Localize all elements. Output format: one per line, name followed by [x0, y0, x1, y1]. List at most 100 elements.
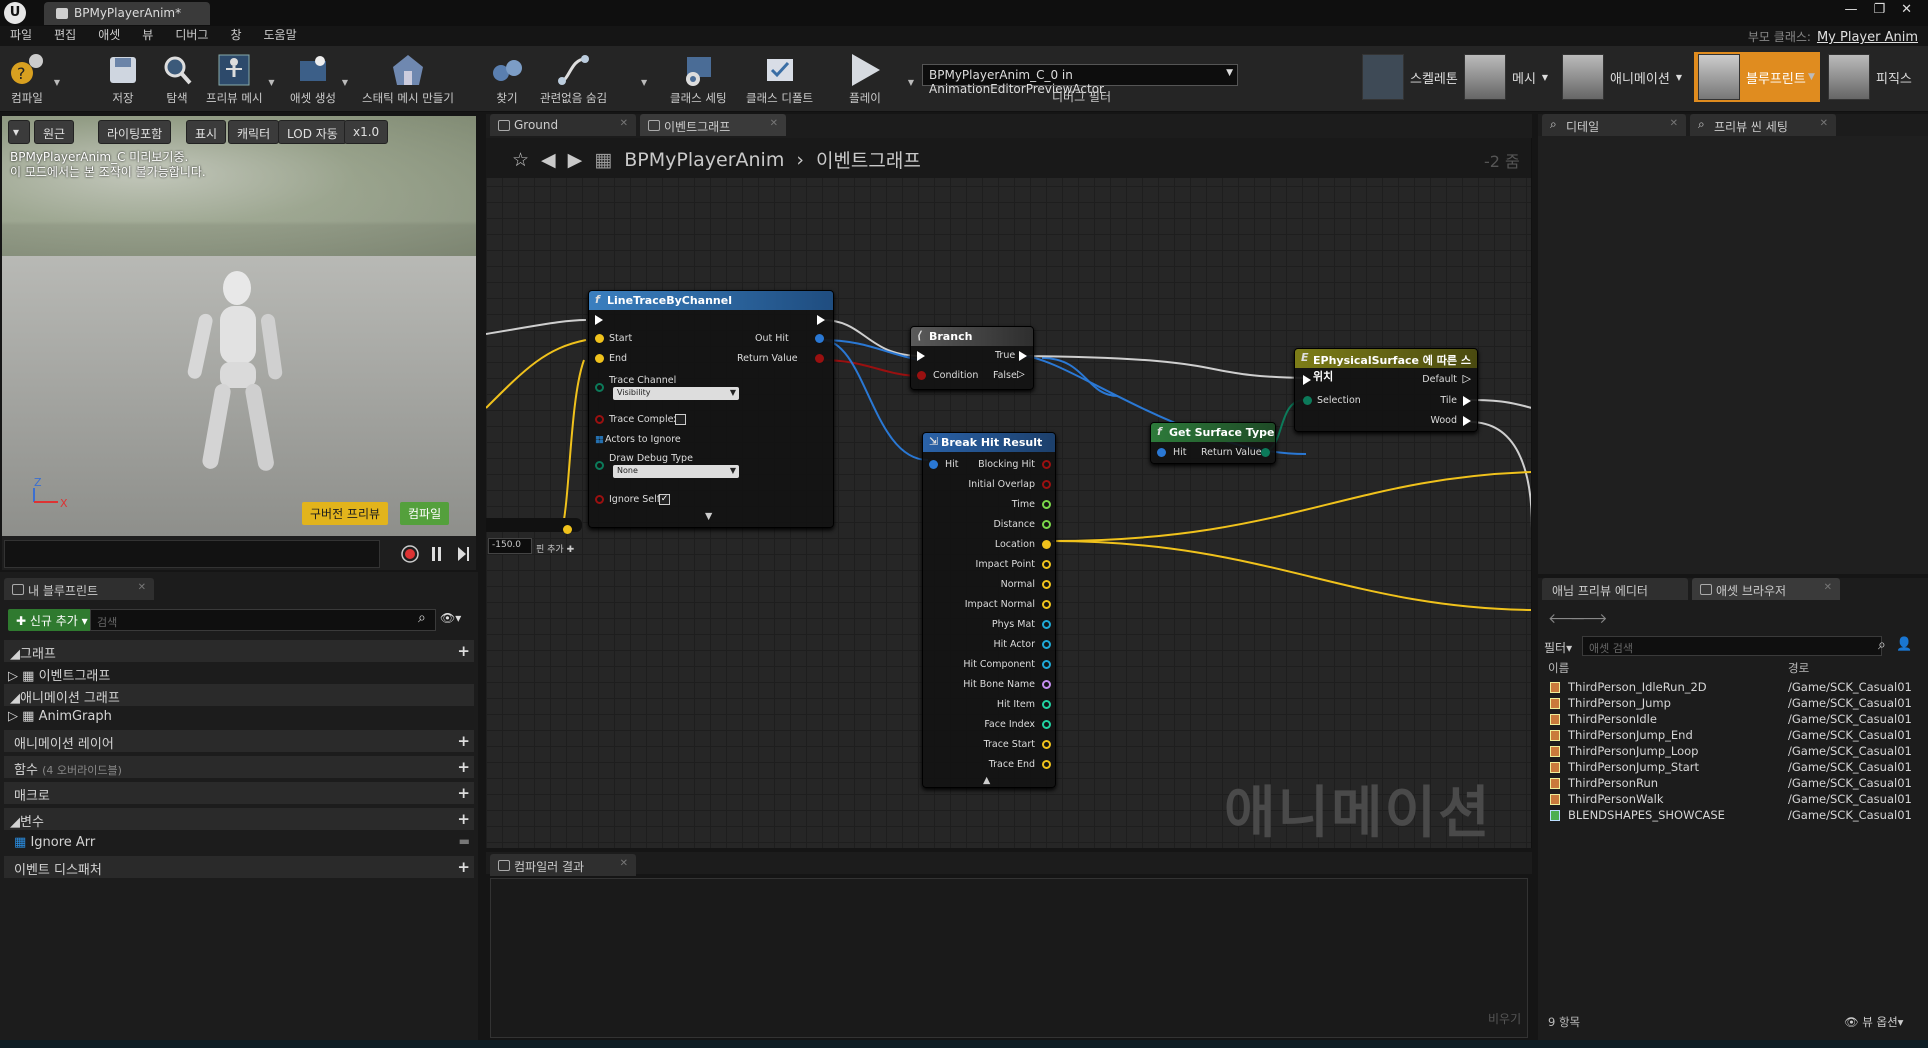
menu-file[interactable]: 파일: [10, 26, 32, 46]
trace-channel-select[interactable]: Visibility ▼: [613, 387, 739, 400]
playback-speed-button[interactable]: x1.0: [344, 120, 389, 144]
add-new-button[interactable]: ✚ 신규 추가 ▾: [8, 609, 96, 631]
col-path-header[interactable]: 경로: [1788, 660, 1809, 676]
category-event-dispatchers[interactable]: 이벤트 디스패처 +: [4, 856, 474, 878]
exec-out-pin[interactable]: [817, 315, 825, 325]
my-blueprint-tab[interactable]: 내 블루프린트 ✕: [4, 578, 154, 600]
output-pin[interactable]: [1042, 620, 1051, 629]
mode-blueprint[interactable]: 블루프린트: [1694, 52, 1820, 102]
tab-event-graph[interactable]: 이벤트그래프 ✕: [640, 114, 786, 136]
category-macros[interactable]: 매크로 +: [4, 782, 474, 804]
create-asset-button[interactable]: 애셋 생성 ▼: [290, 50, 348, 108]
ignore-self-pin[interactable]: [595, 495, 604, 504]
view-options-button[interactable]: 👁 뷰 옵션▾: [1844, 1014, 1903, 1030]
minimize-button[interactable]: —: [1844, 2, 1857, 17]
pause-icon[interactable]: [432, 547, 435, 561]
trace-complex-pin[interactable]: [595, 415, 604, 424]
asset-row[interactable]: ThirdPersonIdle/Game/SCK_Casual01: [1546, 712, 1916, 728]
expand-arrow-icon[interactable]: ▼: [705, 511, 712, 522]
line-trace-node[interactable]: f LineTraceByChannel Start End Trace Chan…: [588, 290, 834, 528]
exec-out-outline-icon[interactable]: ▷: [1463, 372, 1471, 385]
output-pin[interactable]: [1042, 580, 1051, 589]
character-button[interactable]: 캐릭터: [228, 120, 280, 144]
vector-pin[interactable]: [563, 525, 572, 534]
asset-row[interactable]: ThirdPersonWalk/Game/SCK_Casual01: [1546, 792, 1916, 808]
output-pin[interactable]: [1042, 720, 1051, 729]
asset-row[interactable]: ThirdPersonJump_Start/Game/SCK_Casual01: [1546, 760, 1916, 776]
exec-tile-pin[interactable]: [1463, 396, 1471, 406]
float-value-box[interactable]: -150.0: [488, 538, 532, 554]
class-defaults-button[interactable]: 클래스 디폴트: [746, 50, 813, 108]
make-static-mesh-button[interactable]: 스태틱 메시 만들기: [362, 50, 454, 108]
hit-input-pin[interactable]: [1157, 448, 1166, 457]
switch-physical-surface-node[interactable]: E EPhysicalSurface 에 따른 스위치 Selection Def…: [1294, 348, 1478, 432]
find-button[interactable]: 찾기: [486, 50, 528, 108]
draw-debug-pin[interactable]: [595, 461, 604, 470]
add-event-dispatcher-button[interactable]: +: [457, 858, 470, 876]
forward-arrow-icon[interactable]: 🡒: [1570, 610, 1608, 627]
viewport-compile-badge[interactable]: 컴파일: [400, 502, 450, 525]
item-anim-graph[interactable]: ▷ ▦ AnimGraph: [4, 706, 474, 728]
close-icon[interactable]: ✕: [1670, 118, 1678, 129]
close-icon[interactable]: ✕: [1824, 582, 1832, 593]
add-macro-button[interactable]: +: [457, 784, 470, 802]
menu-asset[interactable]: 애셋: [98, 26, 120, 46]
category-anim-layers[interactable]: 애니메이션 레이어 +: [4, 730, 474, 752]
add-pin-label[interactable]: 핀 추가 ✚: [536, 542, 574, 555]
mode-animation[interactable]: 애니메이션 ▼: [1562, 52, 1682, 102]
category-graphs[interactable]: ◢그래프 +: [4, 640, 474, 662]
close-icon[interactable]: ✕: [1820, 118, 1828, 129]
output-pin[interactable]: [1042, 700, 1051, 709]
menu-help[interactable]: 도움말: [264, 26, 297, 46]
preview-mesh-button[interactable]: 프리뷰 메시 ▼: [206, 50, 275, 108]
perspective-button[interactable]: 원근: [34, 120, 75, 144]
menu-view[interactable]: 뷰: [142, 26, 153, 46]
unreal-logo-icon[interactable]: U: [4, 2, 26, 24]
legacy-preview-badge[interactable]: 구버전 프리뷰: [302, 502, 389, 525]
blueprint-mode-dropdown[interactable]: ▼: [1808, 52, 1815, 102]
timeline-field[interactable]: [4, 540, 380, 568]
exec-true-pin[interactable]: [1019, 351, 1027, 361]
output-pin[interactable]: [1042, 600, 1051, 609]
asset-row[interactable]: BLENDSHAPES_SHOWCASE/Game/SCK_Casual01: [1546, 808, 1916, 824]
step-forward-icon[interactable]: [458, 547, 466, 561]
close-button[interactable]: ✕: [1901, 2, 1912, 17]
collapse-arrow-icon[interactable]: ▲: [983, 775, 990, 786]
parent-class-link[interactable]: My Player Anim: [1817, 30, 1918, 45]
condition-pin[interactable]: [917, 371, 926, 380]
class-settings-button[interactable]: 클래스 세팅: [670, 50, 727, 108]
exec-in-pin[interactable]: [595, 315, 603, 325]
mode-mesh[interactable]: 메시 ▼: [1464, 52, 1548, 102]
add-variable-button[interactable]: +: [457, 810, 470, 828]
browse-button[interactable]: 탐색: [156, 50, 198, 108]
output-pin[interactable]: [1042, 560, 1051, 569]
get-surface-type-node[interactable]: f Get Surface Type Hit Return Value: [1150, 422, 1276, 464]
location-pin[interactable]: [1042, 540, 1051, 549]
asset-search-input[interactable]: 애셋 검색: [1582, 636, 1882, 656]
draw-debug-select[interactable]: None ▼: [613, 465, 739, 478]
asset-row[interactable]: ThirdPersonJump_End/Game/SCK_Casual01: [1546, 728, 1916, 744]
output-pin[interactable]: [1042, 480, 1051, 489]
hit-input-pin[interactable]: [929, 460, 938, 469]
variable-ignore-arr[interactable]: ▦ Ignore Arr ▬: [4, 832, 474, 854]
output-pin[interactable]: [1042, 500, 1051, 509]
exec-in-pin[interactable]: [1303, 375, 1311, 385]
tab-anim-preview-editor[interactable]: 애님 프리뷰 에디터: [1542, 578, 1688, 600]
exec-in-pin[interactable]: [917, 351, 925, 361]
add-function-button[interactable]: +: [457, 758, 470, 776]
maximize-button[interactable]: ❐: [1873, 2, 1885, 17]
end-pin[interactable]: [595, 354, 604, 363]
output-pin[interactable]: [1042, 680, 1051, 689]
output-pin[interactable]: [1042, 660, 1051, 669]
menu-debug[interactable]: 디버그: [175, 26, 208, 46]
close-icon[interactable]: ✕: [620, 118, 628, 129]
add-graph-button[interactable]: +: [457, 642, 470, 660]
close-icon[interactable]: ✕: [770, 118, 778, 129]
mode-physics[interactable]: 피직스: [1828, 52, 1912, 102]
visibility-toggle-icon[interactable]: ▬: [459, 834, 470, 848]
compiler-results-tab[interactable]: 컴파일러 결과 ✕: [490, 854, 636, 876]
start-pin[interactable]: [595, 334, 604, 343]
blueprint-search-input[interactable]: 검색: [90, 609, 436, 631]
category-variables[interactable]: ◢변수 +: [4, 808, 474, 830]
output-pin[interactable]: [1042, 520, 1051, 529]
